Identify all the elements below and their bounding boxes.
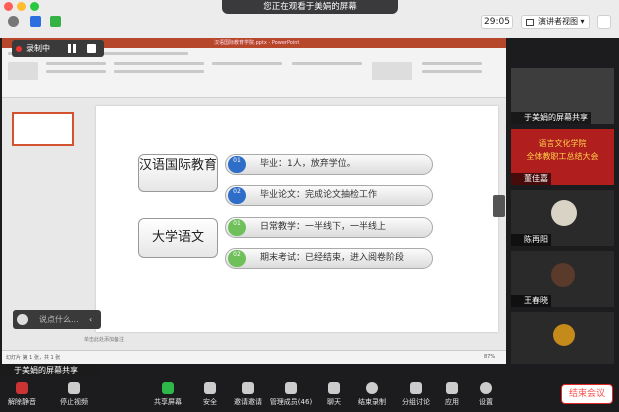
avatar bbox=[553, 324, 575, 346]
participant-name: 于美娟的屏幕共享 bbox=[511, 112, 591, 124]
signal-icon[interactable] bbox=[50, 16, 61, 27]
close-window-button[interactable] bbox=[4, 2, 13, 11]
item-num: 01 bbox=[228, 156, 246, 173]
stop-video-button[interactable]: 停止视频 bbox=[54, 378, 94, 411]
mic-muted-icon bbox=[16, 382, 28, 394]
viewing-banner: 您正在观看于美娟的屏幕 bbox=[222, 0, 398, 14]
item-text: 日常教学：一半线下，一半线上 bbox=[260, 222, 387, 232]
tile-slide-sub: 全体教职工总结大会 bbox=[526, 152, 599, 161]
item-num: 02 bbox=[228, 187, 246, 204]
sharer-label: 于美娟的屏幕共享 bbox=[0, 364, 100, 377]
notes-pane[interactable]: 单击此处添加备注 bbox=[84, 336, 124, 343]
end-recording-button[interactable]: 结束录制 bbox=[352, 378, 392, 411]
item-text: 毕业论文：完成论文抽检工作 bbox=[260, 190, 378, 200]
avatar bbox=[551, 263, 575, 287]
item-text: 毕业：1人，放弃学位。 bbox=[260, 159, 356, 169]
chat-placeholder: 说点什么... bbox=[39, 315, 79, 324]
item-bar: 02 期末考试：已经结束，进入阅卷阶段 bbox=[225, 248, 433, 269]
members-icon bbox=[285, 382, 297, 394]
invite-icon bbox=[242, 382, 254, 394]
collapse-chat-icon[interactable]: ‹ bbox=[89, 310, 92, 329]
participant-name: 董佳嘉 bbox=[511, 173, 551, 185]
avatar bbox=[551, 200, 577, 226]
gear-icon bbox=[480, 382, 492, 394]
slide-canvas: 汉语国际教育 01 毕业：1人，放弃学位。 02 毕业论文：完成论文抽检工作 大学语… bbox=[96, 106, 498, 332]
zoom-level: 87% bbox=[484, 354, 496, 360]
chat-button[interactable]: 聊天 bbox=[320, 378, 348, 411]
item-bar: 01 毕业：1人，放弃学位。 bbox=[225, 154, 433, 175]
item-bar: 01 日常教学：一半线下，一半线上 bbox=[225, 217, 433, 238]
recording-indicator: 录制中 bbox=[12, 40, 104, 57]
slide-counter: 幻灯片 第 1 张，共 1 张 bbox=[6, 355, 61, 361]
breakout-icon bbox=[410, 382, 422, 394]
collapse-panel-button[interactable] bbox=[493, 195, 505, 217]
chat-input[interactable]: 说点什么... ‹ bbox=[13, 310, 101, 329]
speaker-view-button[interactable]: 演讲者视图 ▾ bbox=[521, 15, 590, 29]
ppt-filename: 汉语国际教育学院.pptx - PowerPoint bbox=[214, 40, 300, 46]
emoji-icon[interactable] bbox=[17, 314, 28, 325]
slide-thumbnail[interactable] bbox=[12, 112, 74, 146]
unmute-button[interactable]: 解除静音 bbox=[4, 378, 40, 411]
apps-button[interactable]: 应用 bbox=[438, 378, 466, 411]
item-bar: 02 毕业论文：完成论文抽检工作 bbox=[225, 185, 433, 206]
item-text: 期末考试：已经结束，进入阅卷阶段 bbox=[260, 253, 405, 263]
pause-record-icon[interactable] bbox=[68, 44, 76, 53]
participant-tile[interactable]: 陈再阳 bbox=[511, 190, 614, 246]
record-dot-icon bbox=[16, 46, 22, 52]
group-title: 汉语国际教育 bbox=[138, 154, 218, 192]
item-num: 02 bbox=[228, 250, 246, 267]
stop-record-icon[interactable] bbox=[87, 44, 96, 53]
group-title: 大学语文 bbox=[138, 218, 218, 258]
item-num: 01 bbox=[228, 219, 246, 236]
breakout-button[interactable]: 分组讨论 bbox=[396, 378, 436, 411]
participant-tile[interactable]: 于美娟的屏幕共享 bbox=[511, 68, 614, 124]
share-screen-icon bbox=[162, 382, 174, 394]
participant-tile[interactable] bbox=[511, 312, 614, 364]
share-screen-button[interactable]: 共享屏幕 bbox=[148, 378, 188, 411]
recording-label: 录制中 bbox=[26, 44, 50, 53]
minimize-window-button[interactable] bbox=[17, 2, 26, 11]
participant-name: 陈再阳 bbox=[511, 234, 551, 246]
invite-button[interactable]: 邀请邀请 bbox=[228, 378, 268, 411]
zoom-window-button[interactable] bbox=[30, 2, 39, 11]
participant-tile[interactable]: 语言文化学院 全体教职工总结大会 董佳嘉 bbox=[511, 129, 614, 185]
participant-tile[interactable]: 王春晓 bbox=[511, 251, 614, 307]
shield-icon bbox=[204, 382, 216, 394]
apps-icon bbox=[446, 382, 458, 394]
fullscreen-button[interactable] bbox=[597, 15, 611, 29]
chat-icon bbox=[328, 382, 340, 394]
sharer-name: 于美娟的屏幕共享 bbox=[14, 366, 78, 375]
participant-name: 王春晓 bbox=[511, 295, 551, 307]
security-button[interactable]: 安全 bbox=[196, 378, 224, 411]
ppt-status-bar: 幻灯片 第 1 张，共 1 张 87% bbox=[2, 350, 506, 364]
meeting-timer: 29:05 bbox=[481, 15, 513, 29]
meeting-top-bar: 您正在观看于美娟的屏幕 29:05 演讲者视图 ▾ bbox=[0, 0, 619, 38]
end-meeting-button[interactable]: 结束会议 bbox=[561, 384, 613, 404]
view-label: 演讲者视图 bbox=[538, 17, 578, 26]
info-icon[interactable] bbox=[8, 16, 19, 27]
manage-members-button[interactable]: 管理成员(46) bbox=[268, 378, 314, 411]
shield-icon[interactable] bbox=[30, 16, 41, 27]
settings-button[interactable]: 设置 bbox=[472, 378, 500, 411]
stop-record-icon bbox=[366, 382, 378, 394]
tile-slide-title: 语言文化学院 bbox=[538, 139, 587, 148]
grid-icon bbox=[526, 19, 534, 26]
meeting-toolbar: 解除静音 停止视频 共享屏幕 安全 邀请邀请 管理成员(46) 聊天 结束录制 … bbox=[0, 377, 619, 412]
camera-icon bbox=[68, 382, 80, 394]
